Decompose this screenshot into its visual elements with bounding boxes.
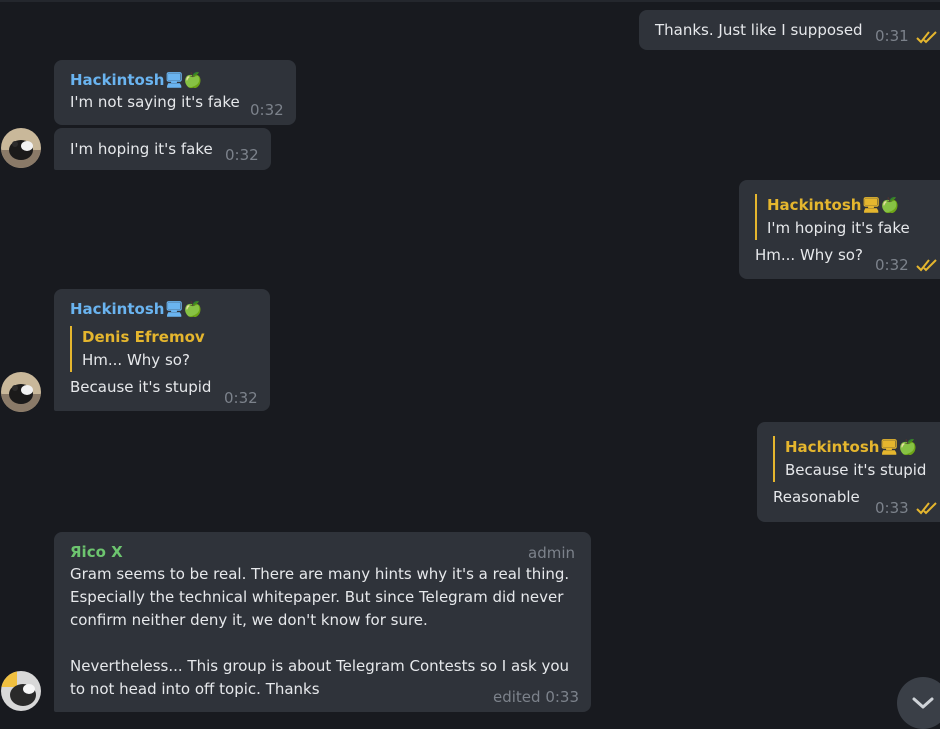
reply-text: I'm hoping it's fake	[767, 219, 910, 237]
reply-sender: Hackintosh🖥🍏	[767, 196, 900, 214]
reply-text: Because it's stupid	[785, 461, 927, 479]
user-avatar[interactable]	[1, 128, 41, 168]
double-check-icon	[916, 502, 937, 515]
message-bubble-outgoing[interactable]: Thanks. Just like I supposed 0:31	[639, 10, 940, 50]
chevron-down-icon	[912, 697, 934, 709]
message-time: 0:31	[875, 27, 909, 45]
double-check-icon	[916, 31, 937, 44]
sender-name[interactable]: Hackintosh🖥🍏	[70, 69, 280, 91]
message-time: 0:33	[875, 499, 909, 517]
message-time: edited 0:33	[493, 688, 580, 706]
message-bubble-incoming[interactable]: I'm hoping it's fake 0:32	[54, 128, 271, 170]
double-check-icon	[916, 259, 937, 272]
reply-text: Hm... Why so?	[82, 351, 190, 369]
top-divider	[0, 0, 940, 2]
message-text: I'm not saying it's fake	[70, 93, 240, 111]
reply-preview[interactable]: Hackintosh🖥🍏 I'm hoping it's fake	[755, 194, 933, 240]
user-avatar[interactable]	[1, 372, 41, 412]
message-time: 0:32	[224, 389, 258, 407]
message-bubble-outgoing[interactable]: Hackintosh🖥🍏 I'm hoping it's fake Hm... …	[739, 180, 940, 279]
message-bubble-incoming[interactable]: Яico X admin Gram seems to be real. Ther…	[54, 532, 591, 712]
sender-name[interactable]: Яico X	[70, 541, 575, 563]
message-time: 0:32	[250, 101, 284, 119]
reply-preview[interactable]: Hackintosh🖥🍏 Because it's stupid	[773, 436, 933, 482]
scroll-down-button[interactable]	[897, 677, 940, 729]
message-text: Reasonable	[773, 488, 860, 506]
message-text: Gram seems to be real. There are many hi…	[70, 565, 570, 698]
message-bubble-outgoing[interactable]: Hackintosh🖥🍏 Because it's stupid Reasona…	[757, 422, 940, 522]
message-bubble-incoming[interactable]: Hackintosh🖥🍏 I'm not saying it's fake 0:…	[54, 60, 296, 125]
message-bubble-incoming[interactable]: Hackintosh🖥🍏 Denis Efremov Hm... Why so?…	[54, 289, 270, 411]
sender-name[interactable]: Hackintosh🖥🍏	[70, 298, 254, 320]
reply-preview[interactable]: Denis Efremov Hm... Why so?	[70, 326, 254, 372]
user-avatar[interactable]	[1, 671, 41, 711]
message-time: 0:32	[225, 146, 259, 164]
reply-sender: Hackintosh🖥🍏	[785, 438, 918, 456]
reply-sender: Denis Efremov	[82, 328, 205, 346]
admin-badge: admin	[528, 544, 575, 562]
message-time: 0:32	[875, 256, 909, 274]
